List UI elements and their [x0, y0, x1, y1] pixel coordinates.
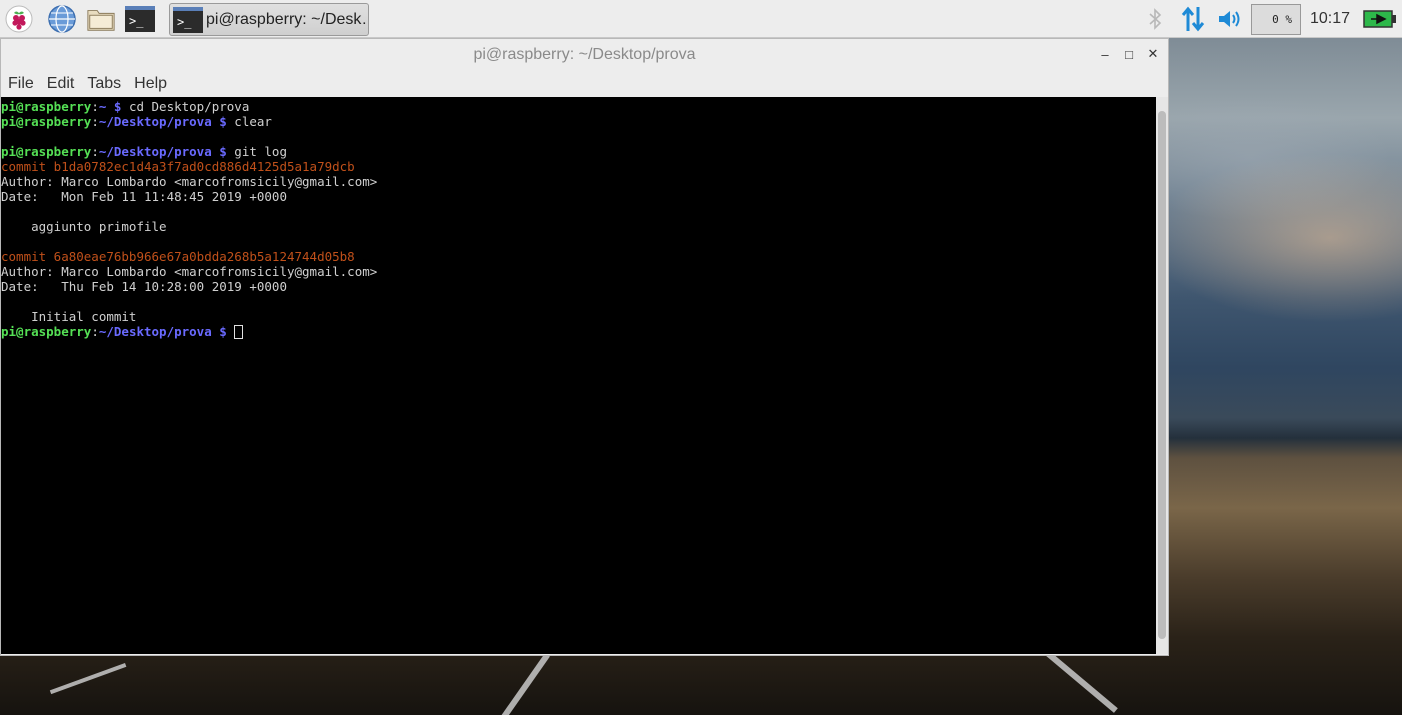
scrollbar-thumb[interactable]: [1158, 111, 1166, 639]
task-button-label: pi@raspberry: ~/Desk…: [206, 10, 369, 28]
commit-hash: commit 6a80eae76bb966e67a0bdda268b5a1247…: [1, 249, 355, 264]
menu-help[interactable]: Help: [134, 75, 167, 93]
close-icon: ✕: [1147, 46, 1159, 61]
taskbar-terminal-task-button[interactable]: >_ pi@raspberry: ~/Desk…: [169, 3, 369, 36]
terminal-output[interactable]: pi@raspberry:~ $ cd Desktop/prova pi@rasp…: [1, 97, 1156, 654]
terminal-line: pi@raspberry:~/Desktop/prova $: [1, 324, 1156, 339]
terminal-text: Initial commit: [1, 309, 137, 324]
terminal-line: pi@raspberry:~/Desktop/prova $ git log: [1, 144, 1156, 159]
prompt-path: ~ $: [98, 99, 122, 114]
terminal-text: Author: Marco Lombardo <marcofromsicily@…: [1, 264, 378, 279]
terminal-line: Date: Thu Feb 14 10:28:00 2019 +0000: [1, 279, 1156, 294]
road-marking: [1045, 650, 1118, 713]
battery-icon[interactable]: [1362, 5, 1398, 33]
network-icon[interactable]: [1178, 5, 1208, 33]
commit-hash: commit b1da0782ec1d4a3f7ad0cd886d4125d5a…: [1, 159, 355, 174]
window-title: pi@raspberry: ~/Desktop/prova: [473, 46, 696, 63]
volume-icon[interactable]: [1215, 5, 1245, 33]
minimize-icon: –: [1101, 46, 1109, 62]
taskbar: >_ >_ pi@raspberry: ~/Desk… 0 % 10:17: [0, 0, 1402, 38]
terminal-line: commit b1da0782ec1d4a3f7ad0cd886d4125d5a…: [1, 159, 1156, 174]
terminal-text: Date: Thu Feb 14 10:28:00 2019 +0000: [1, 279, 287, 294]
menu-edit[interactable]: Edit: [47, 75, 75, 93]
clock[interactable]: 10:17: [1310, 10, 1350, 28]
terminal-cursor: [234, 325, 244, 339]
maximize-button[interactable]: □: [1120, 45, 1138, 63]
prompt-path: ~/Desktop/prova $: [98, 144, 227, 159]
prompt-user: pi@raspberry: [1, 99, 92, 114]
road-marking: [49, 663, 127, 695]
terminal-text: clear: [226, 114, 272, 129]
prompt-user: pi@raspberry: [1, 324, 92, 339]
maximize-icon: □: [1125, 46, 1133, 62]
terminal-line: aggiunto primofile: [1, 219, 1156, 234]
terminal-icon: >_: [173, 6, 203, 33]
terminal-line: Author: Marco Lombardo <marcofromsicily@…: [1, 264, 1156, 279]
terminal-text: git log: [226, 144, 287, 159]
web-browser-icon[interactable]: [47, 5, 77, 33]
window-titlebar[interactable]: pi@raspberry: ~/Desktop/prova: [1, 39, 1168, 71]
terminal-text: cd Desktop/prova: [121, 99, 250, 114]
terminal-scrollbar[interactable]: [1156, 97, 1168, 654]
terminal-text: :: [91, 144, 99, 159]
terminal-launcher-icon[interactable]: >_: [125, 5, 155, 33]
cpu-usage-value: 0 %: [1272, 13, 1292, 26]
terminal-line: pi@raspberry:~ $ cd Desktop/prova: [1, 99, 1156, 114]
terminal-text: Author: Marco Lombardo <marcofromsicily@…: [1, 174, 378, 189]
terminal-text: aggiunto primofile: [1, 219, 167, 234]
terminal-text: Date: Mon Feb 11 11:48:45 2019 +0000: [1, 189, 287, 204]
terminal-text: :: [91, 99, 99, 114]
prompt-path: ~/Desktop/prova $: [98, 324, 227, 339]
prompt-path: ~/Desktop/prova $: [98, 114, 227, 129]
cpu-usage-monitor[interactable]: 0 %: [1251, 4, 1301, 35]
minimize-button[interactable]: –: [1096, 45, 1114, 63]
menu-tabs[interactable]: Tabs: [87, 75, 121, 93]
terminal-window: pi@raspberry: ~/Desktop/prova – □ ✕ File…: [0, 38, 1169, 656]
raspberry-menu-icon[interactable]: [4, 5, 34, 33]
terminal-line: Initial commit: [1, 309, 1156, 324]
terminal-line: pi@raspberry:~/Desktop/prova $ clear: [1, 114, 1156, 129]
prompt-user: pi@raspberry: [1, 144, 92, 159]
terminal-line: Date: Mon Feb 11 11:48:45 2019 +0000: [1, 189, 1156, 204]
bluetooth-icon[interactable]: [1140, 5, 1170, 33]
terminal-text: :: [91, 114, 99, 129]
menu-file[interactable]: File: [8, 75, 34, 93]
terminal-line: Author: Marco Lombardo <marcofromsicily@…: [1, 174, 1156, 189]
close-button[interactable]: ✕: [1144, 45, 1162, 63]
road-marking: [499, 653, 550, 715]
prompt-user: pi@raspberry: [1, 114, 92, 129]
terminal-text: :: [91, 324, 99, 339]
menu-bar: File Edit Tabs Help: [1, 71, 1168, 97]
terminal-line: commit 6a80eae76bb966e67a0bdda268b5a1247…: [1, 249, 1156, 264]
file-manager-icon[interactable]: [86, 5, 116, 33]
